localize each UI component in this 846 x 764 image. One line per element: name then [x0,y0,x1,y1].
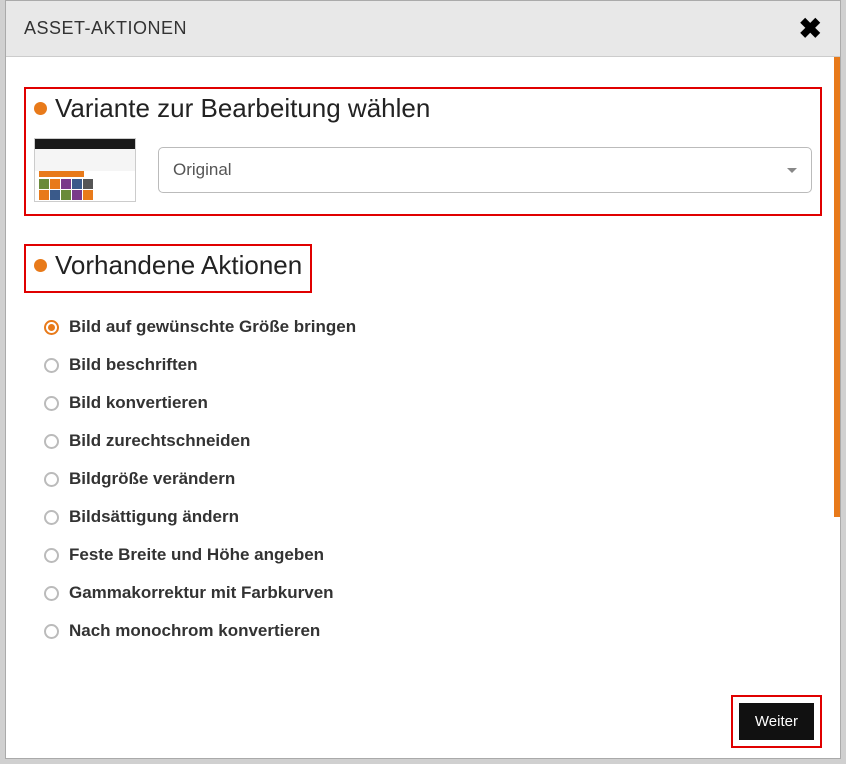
modal-header: ASSET-AKTIONEN ✖ [6,1,840,57]
asset-thumbnail [34,138,136,202]
radio-icon [44,586,59,601]
chevron-down-icon [787,168,797,173]
action-radio-item[interactable]: Bild auf gewünschte Größe bringen [44,317,822,337]
action-radio-item[interactable]: Bildgröße verändern [44,469,822,489]
radio-icon [44,548,59,563]
bullet-icon [34,259,47,272]
variant-selection-section: Variante zur Bearbeitung wählen Original [24,87,822,216]
action-radio-item[interactable]: Gammakorrektur mit Farbkurven [44,583,822,603]
radio-icon [44,510,59,525]
variant-select-value: Original [173,160,232,180]
modal-title: ASSET-AKTIONEN [24,18,187,39]
action-radio-item[interactable]: Bild beschriften [44,355,822,375]
variant-select-wrap: Original [158,147,812,193]
radio-icon [44,434,59,449]
actions-heading: Vorhandene Aktionen [34,250,302,281]
action-radio-item[interactable]: Nach monochrom konvertieren [44,621,822,641]
radio-label: Bildsättigung ändern [69,507,239,527]
radio-icon [44,320,59,335]
variant-row: Original [34,138,812,202]
variant-heading: Variante zur Bearbeitung wählen [34,93,812,124]
variant-select[interactable]: Original [158,147,812,193]
bullet-icon [34,102,47,115]
modal-footer: Weiter [731,695,822,748]
action-radio-item[interactable]: Bild zurechtschneiden [44,431,822,451]
available-actions-section: Vorhandene Aktionen [24,244,312,293]
radio-label: Gammakorrektur mit Farbkurven [69,583,334,603]
radio-label: Bild konvertieren [69,393,208,413]
next-button[interactable]: Weiter [739,703,814,740]
radio-icon [44,396,59,411]
close-icon[interactable]: ✖ [799,15,822,43]
action-radio-item[interactable]: Bildsättigung ändern [44,507,822,527]
radio-label: Bild zurechtschneiden [69,431,250,451]
radio-icon [44,472,59,487]
action-radio-list: Bild auf gewünschte Größe bringen Bild b… [24,317,822,641]
variant-heading-text: Variante zur Bearbeitung wählen [55,93,430,124]
action-radio-item[interactable]: Feste Breite und Höhe angeben [44,545,822,565]
radio-label: Bild beschriften [69,355,197,375]
next-button-highlight: Weiter [731,695,822,748]
action-radio-item[interactable]: Bild konvertieren [44,393,822,413]
radio-label: Feste Breite und Höhe angeben [69,545,324,565]
asset-actions-modal: ASSET-AKTIONEN ✖ Variante zur Bearbeitun… [5,0,841,759]
radio-label: Bildgröße verändern [69,469,235,489]
radio-icon [44,358,59,373]
actions-heading-text: Vorhandene Aktionen [55,250,302,281]
radio-icon [44,624,59,639]
radio-label: Nach monochrom konvertieren [69,621,320,641]
radio-label: Bild auf gewünschte Größe bringen [69,317,356,337]
modal-body: Variante zur Bearbeitung wählen Original [6,57,840,758]
